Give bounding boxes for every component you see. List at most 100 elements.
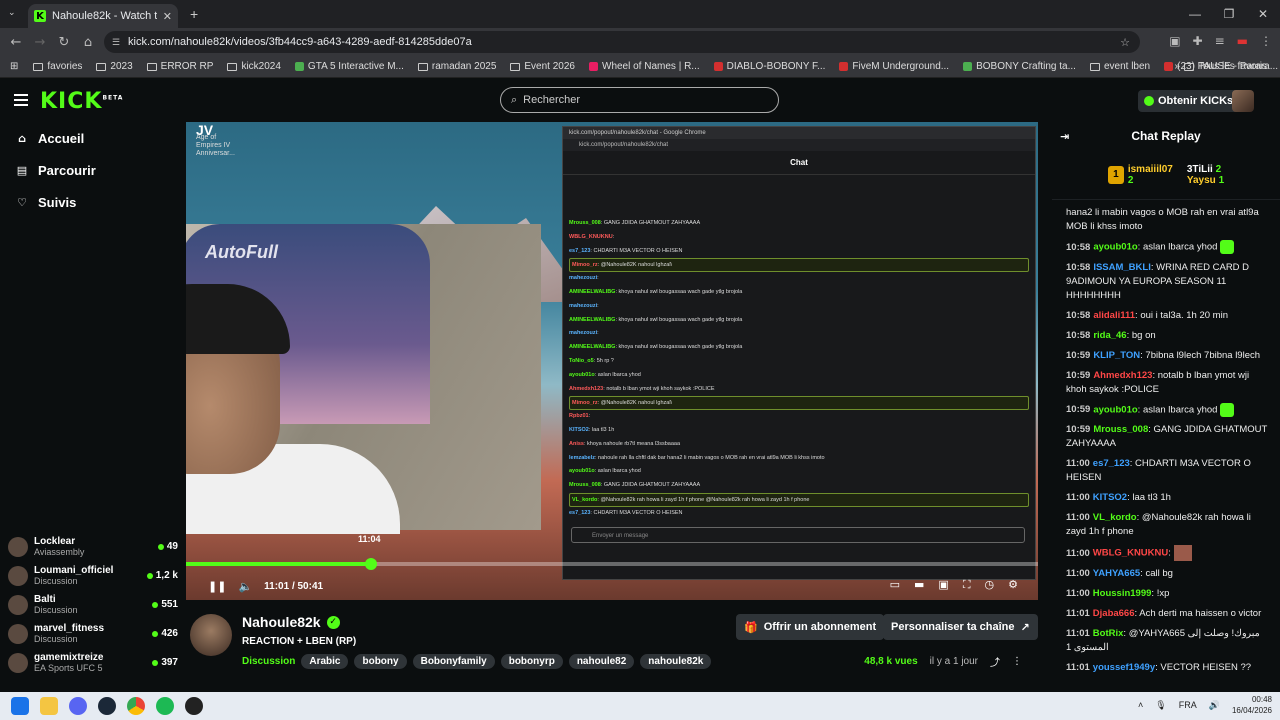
message-username[interactable]: Mrouss_008 [1093,424,1148,435]
message-username[interactable]: KITSO2 [1093,492,1127,503]
message-username[interactable]: Houssin1999 [1093,588,1152,599]
streamer-avatar[interactable] [190,614,232,656]
message-username[interactable]: ISSAM_BKLI [1093,262,1151,273]
apps-grid-icon[interactable]: ⊞ [0,61,26,72]
settings-gear-icon[interactable]: ⚙ [1008,578,1018,592]
message-username[interactable]: alidali111 [1093,310,1135,321]
close-tab-icon[interactable]: ✕ [163,10,172,23]
clock[interactable]: 00:48 16/04/2026 [1232,694,1272,716]
mic-icon[interactable]: 🎙 [1155,700,1166,711]
windows-start-icon[interactable] [11,697,29,715]
message-username[interactable]: Ahmedxh123 [1093,370,1152,381]
bookmark-item[interactable]: ERROR RP [140,61,221,72]
home-icon[interactable]: ⌂ [76,35,100,50]
message-username[interactable]: es7_123 [1093,458,1130,469]
bookmark-item[interactable]: favories [26,61,89,72]
kick-logo[interactable]: KICKBETA [40,89,123,114]
file-explorer-icon[interactable] [40,697,58,715]
followed-stream-item[interactable]: gamemixtreize EA Sports UFC 5 397 [0,648,186,677]
bookmark-item[interactable]: BOBONY Crafting ta... [956,61,1083,72]
hamburger-menu-icon[interactable] [14,94,28,106]
search-input[interactable]: ⌕ Rechercher [500,87,779,113]
gift-sub-button[interactable]: 🎁 Offrir un abonnement [736,614,885,640]
language-indicator[interactable]: FRA [1179,700,1197,710]
spotify-icon[interactable] [156,697,174,715]
app-icon[interactable] [185,697,203,715]
sidebar-item-parcourir[interactable]: ▤ Parcourir [0,154,186,186]
message-username[interactable]: ayoub01o [1093,242,1137,253]
theater-icon[interactable]: ▬ [914,578,924,592]
tag-pill[interactable]: Bobonyfamily [412,654,495,669]
back-icon[interactable]: ← [4,35,28,50]
reload-icon[interactable]: ↻ [52,35,76,50]
message-username[interactable]: rida_46 [1093,330,1126,341]
forward-icon[interactable]: → [28,35,52,50]
volume-tray-icon[interactable]: 🔊 [1209,700,1220,711]
playlist-icon[interactable]: ≡ [1215,34,1225,48]
clip-icon[interactable]: ▣ [938,578,948,592]
browser-tab[interactable]: K Nahoule82k - Watch the VO ✕ [28,4,178,28]
message-username[interactable]: BotRix [1093,628,1124,639]
share-icon[interactable]: ⤴ [990,654,1000,669]
followed-stream-item[interactable]: Balti Discussion 551 [0,590,186,619]
followed-stream-item[interactable]: Loumani_officiel Discussion 1,2 k [0,561,186,590]
tray-chevron-icon[interactable]: ˄ [1138,700,1143,710]
get-kicks-button[interactable]: Obtenir KICKs [1138,90,1240,112]
message-username[interactable]: youssef1949y [1093,662,1155,673]
bookmark-item[interactable]: DIABLO-BOBONY F... [707,61,833,72]
bookmark-star-icon[interactable]: ☆ [1120,36,1130,49]
minimize-icon[interactable]: — [1178,0,1212,28]
chrome-icon[interactable] [127,697,145,715]
extension-icon[interactable]: ▣ [1169,34,1180,48]
message-username[interactable]: YAHYA665 [1093,568,1140,579]
sidebar-item-suivis[interactable]: ♡ Suivis [0,186,186,218]
customize-channel-button[interactable]: Personnaliser ta chaîne ↗ [883,614,1038,640]
tag-pill[interactable]: Arabic [301,654,349,669]
streamer-name[interactable]: Nahoule82k ✓ [242,614,340,630]
message-username[interactable]: VL_kordo [1093,512,1137,523]
bookmark-item[interactable]: FiveM Underground... [832,61,956,72]
video-player[interactable]: JV Age of Empires IV Anniversar... AutoFu… [186,122,1038,600]
tag-pill[interactable]: nahoule82 [568,654,635,669]
message-username[interactable]: KLIP_TON [1093,350,1140,361]
flag-icon[interactable]: ▬ [1237,34,1248,48]
followed-stream-item[interactable]: Locklear Aviassembly 49 [0,532,186,561]
discord-icon[interactable] [69,697,87,715]
site-info-icon[interactable]: ☰ [112,37,120,48]
progress-handle[interactable] [365,558,378,570]
tag-pill[interactable]: bobonyrp [500,654,563,669]
bookmark-item[interactable]: Wheel of Names | R... [582,61,707,72]
message-username[interactable]: Djaba666 [1093,608,1135,619]
bookmark-item[interactable]: kick2024 [220,61,287,72]
more-options-icon[interactable]: ⋮ [1012,656,1022,667]
volume-icon[interactable]: 🔈 [238,580,252,593]
followed-stream-item[interactable]: marvel_fitness Discussion 426 [0,619,186,648]
sidebar-item-accueil[interactable]: ⌂ Accueil [0,122,186,154]
bookmark-item[interactable]: ramadan 2025 [411,61,504,72]
puzzle-icon[interactable]: ✚ [1193,34,1203,48]
bookmark-item[interactable]: 2023 [89,61,139,72]
progress-bar[interactable] [186,558,1038,570]
maximize-icon[interactable]: ❐ [1212,0,1246,28]
speed-icon[interactable]: ◷ [985,578,995,592]
miniplayer-icon[interactable]: ▭ [890,578,900,592]
collapse-chat-icon[interactable]: ⇥ [1060,130,1069,143]
tab-list-icon[interactable]: ⌄ [8,8,16,18]
url-field[interactable]: ☰ kick.com/nahoule82k/videos/3fb44cc9-a6… [104,31,1140,53]
message-username[interactable]: ayoub01o [1093,404,1137,415]
tag-pill[interactable]: bobony [354,654,407,669]
message-username[interactable]: WBLG_KNUKNU [1093,548,1168,559]
category-link[interactable]: Discussion [242,656,295,667]
new-tab-icon[interactable]: + [190,6,198,22]
user-avatar[interactable] [1232,90,1254,112]
fullscreen-icon[interactable]: ⛶ [963,578,971,592]
menu-dots-icon[interactable]: ⋮ [1260,34,1272,48]
bookmark-item[interactable]: GTA 5 Interactive M... [288,61,411,72]
close-window-icon[interactable]: ✕ [1246,0,1280,28]
tag-pill[interactable]: nahoule82k [640,654,712,669]
bookmark-item[interactable]: Event 2026 [503,61,582,72]
steam-icon[interactable] [98,697,116,715]
pause-icon[interactable]: ❚❚ [208,580,226,593]
bookmark-item[interactable]: event lben [1083,61,1157,72]
all-bookmarks[interactable]: Tous les favoris [1177,61,1274,72]
